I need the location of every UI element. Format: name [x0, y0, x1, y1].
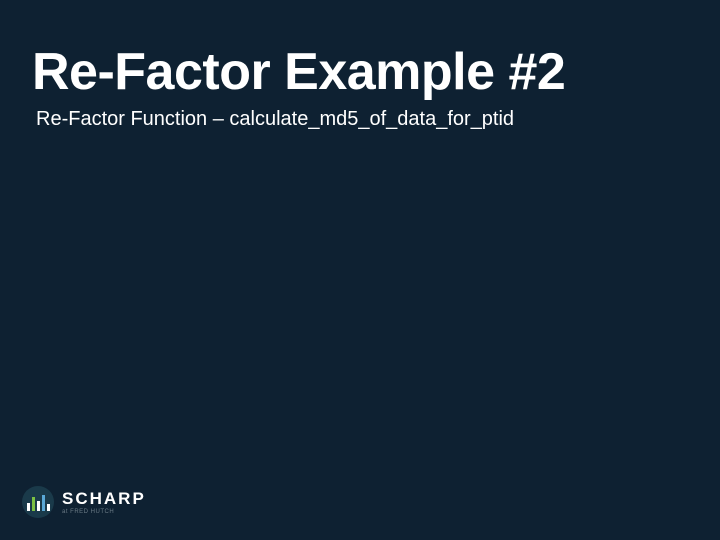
- logo-text: SCHARP: [62, 490, 146, 507]
- slide-container: Re-Factor Example #2 Re-Factor Function …: [0, 0, 720, 540]
- slide-subtitle: Re-Factor Function – calculate_md5_of_da…: [32, 108, 688, 131]
- scharp-bars-icon: [22, 486, 54, 518]
- logo-subtext: at FRED HUTCH: [62, 509, 146, 515]
- footer-logo: SCHARP at FRED HUTCH: [22, 486, 146, 518]
- slide-title: Re-Factor Example #2: [32, 42, 688, 102]
- logo-text-wrap: SCHARP at FRED HUTCH: [62, 490, 146, 515]
